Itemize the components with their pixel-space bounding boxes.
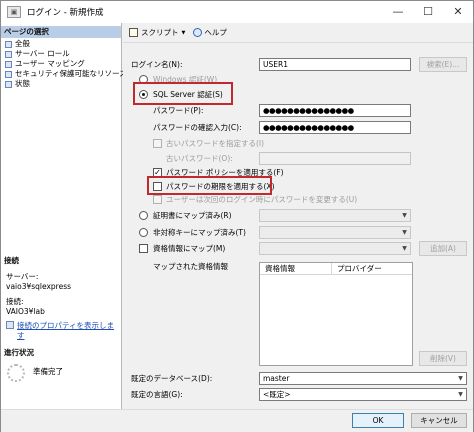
- credential-dropdown[interactable]: ▼: [259, 242, 411, 255]
- default-db-dropdown[interactable]: master ▼: [259, 372, 467, 385]
- progress-status: 準備完了: [33, 367, 63, 376]
- help-button[interactable]: ヘルプ: [193, 27, 227, 38]
- close-button[interactable]: ✕: [443, 1, 473, 23]
- expiration-highlight: [147, 176, 272, 195]
- must-change-checkbox[interactable]: [153, 195, 162, 204]
- chevron-down-icon: ▼: [402, 212, 407, 219]
- asym-key-dropdown[interactable]: ▼: [259, 226, 411, 239]
- page-icon: [5, 40, 12, 48]
- cert-dropdown[interactable]: ▼: [259, 209, 411, 222]
- default-lang-dropdown[interactable]: <既定> ▼: [259, 388, 467, 401]
- page-item-server-roles[interactable]: サーバー ロール: [5, 49, 70, 59]
- specify-old-password-label: 古いパスワードを指定する(I): [166, 139, 265, 148]
- default-lang-label: 既定の言語(G):: [131, 390, 183, 399]
- chevron-down-icon: ▼: [458, 391, 463, 398]
- asym-key-mapped-label: 非対称キーにマップ済み(T): [153, 228, 246, 237]
- confirm-password-label: パスワードの確認入力(C):: [153, 123, 242, 132]
- connection-label: 接続:: [6, 297, 24, 306]
- toolbar: スクリプト ▼ ヘルプ: [123, 23, 473, 43]
- chevron-down-icon: ▼: [402, 229, 407, 236]
- window-title: ログイン - 新規作成: [27, 8, 104, 18]
- left-panel: ページの選択 全般 サーバー ロール ユーザー マッピング セキュリティ保護可能…: [1, 23, 127, 409]
- must-change-label: ユーザーは次回のログイン時にパスワードを変更する(U): [166, 195, 358, 204]
- page-item-status[interactable]: 状態: [5, 79, 30, 89]
- cert-mapped-label: 証明書にマップ済み(R): [153, 211, 232, 220]
- server-label: サーバー:: [6, 272, 39, 281]
- chevron-down-icon: ▼: [402, 245, 407, 252]
- page-item-user-mapping[interactable]: ユーザー マッピング: [5, 59, 85, 69]
- connection-header: 接続: [1, 255, 121, 267]
- properties-icon: [6, 321, 14, 329]
- progress-spinner-icon: [7, 364, 25, 382]
- login-name-input[interactable]: USER1: [259, 58, 411, 71]
- ok-button[interactable]: OK: [352, 413, 404, 428]
- old-password-input[interactable]: [259, 152, 411, 165]
- cancel-button[interactable]: キャンセル: [411, 413, 467, 428]
- title-bar: ▣ ログイン - 新規作成 — ☐ ✕: [1, 1, 473, 23]
- login-name-label: ログイン名(N):: [131, 60, 183, 69]
- search-button[interactable]: 検索(E)...: [419, 57, 467, 72]
- cert-mapped-radio[interactable]: [139, 211, 148, 220]
- chevron-down-icon: ▼: [181, 29, 186, 36]
- grid-col-credential: 資格情報: [260, 263, 332, 274]
- script-button[interactable]: スクリプト ▼: [129, 27, 185, 38]
- app-icon: ▣: [7, 6, 21, 18]
- asym-key-mapped-radio[interactable]: [139, 228, 148, 237]
- confirm-password-input[interactable]: ●●●●●●●●●●●●●●●: [259, 121, 411, 134]
- credentials-grid[interactable]: 資格情報 プロバイダー: [259, 262, 413, 366]
- help-icon: [193, 28, 203, 37]
- password-label: パスワード(P):: [153, 106, 204, 115]
- pages-header: ページの選択: [1, 26, 121, 38]
- server-value: vaio3¥sqlexpress: [6, 282, 72, 291]
- page-icon: [5, 70, 12, 78]
- specify-old-password-checkbox[interactable]: [153, 139, 162, 148]
- connection-value: VAIO3¥lab: [6, 307, 45, 316]
- general-page: ログイン名(N): USER1 検索(E)... Windows 認証(W) S…: [123, 44, 473, 409]
- map-credential-label: 資格情報にマップ(M): [153, 244, 226, 253]
- map-credential-checkbox[interactable]: [139, 244, 148, 253]
- view-connection-properties[interactable]: 接続のプロパティを表示しま す: [6, 321, 117, 341]
- grid-col-provider: プロバイダー: [337, 264, 382, 273]
- login-new-dialog: ▣ ログイン - 新規作成 — ☐ ✕ ページの選択 全般 サーバー ロール ユ…: [0, 0, 474, 432]
- sql-auth-highlight: [133, 82, 233, 105]
- grid-header: 資格情報 プロバイダー: [260, 263, 412, 275]
- progress-header: 進行状況: [1, 347, 121, 359]
- script-icon: [129, 28, 138, 37]
- chevron-down-icon: ▼: [458, 375, 463, 382]
- maximize-button[interactable]: ☐: [413, 1, 443, 23]
- remove-button[interactable]: 削除(V): [419, 351, 467, 366]
- minimize-button[interactable]: —: [383, 1, 413, 23]
- old-password-label: 古いパスワード(O):: [166, 154, 233, 163]
- add-button[interactable]: 追加(A): [419, 241, 467, 256]
- page-item-securables[interactable]: セキュリティ保護可能なリソース: [5, 69, 127, 79]
- page-item-general[interactable]: 全般: [5, 39, 30, 49]
- page-icon: [5, 80, 12, 88]
- page-icon: [5, 50, 12, 58]
- password-input[interactable]: ●●●●●●●●●●●●●●●: [259, 104, 411, 117]
- page-icon: [5, 60, 12, 68]
- view-properties-link[interactable]: 接続のプロパティを表示しま す: [17, 321, 117, 341]
- mapped-credentials-label: マップされた資格情報: [153, 262, 228, 271]
- default-db-label: 既定のデータベース(D):: [131, 374, 213, 383]
- dialog-footer: OK キャンセル: [1, 409, 473, 432]
- progress-area: 準備完了: [1, 361, 121, 391]
